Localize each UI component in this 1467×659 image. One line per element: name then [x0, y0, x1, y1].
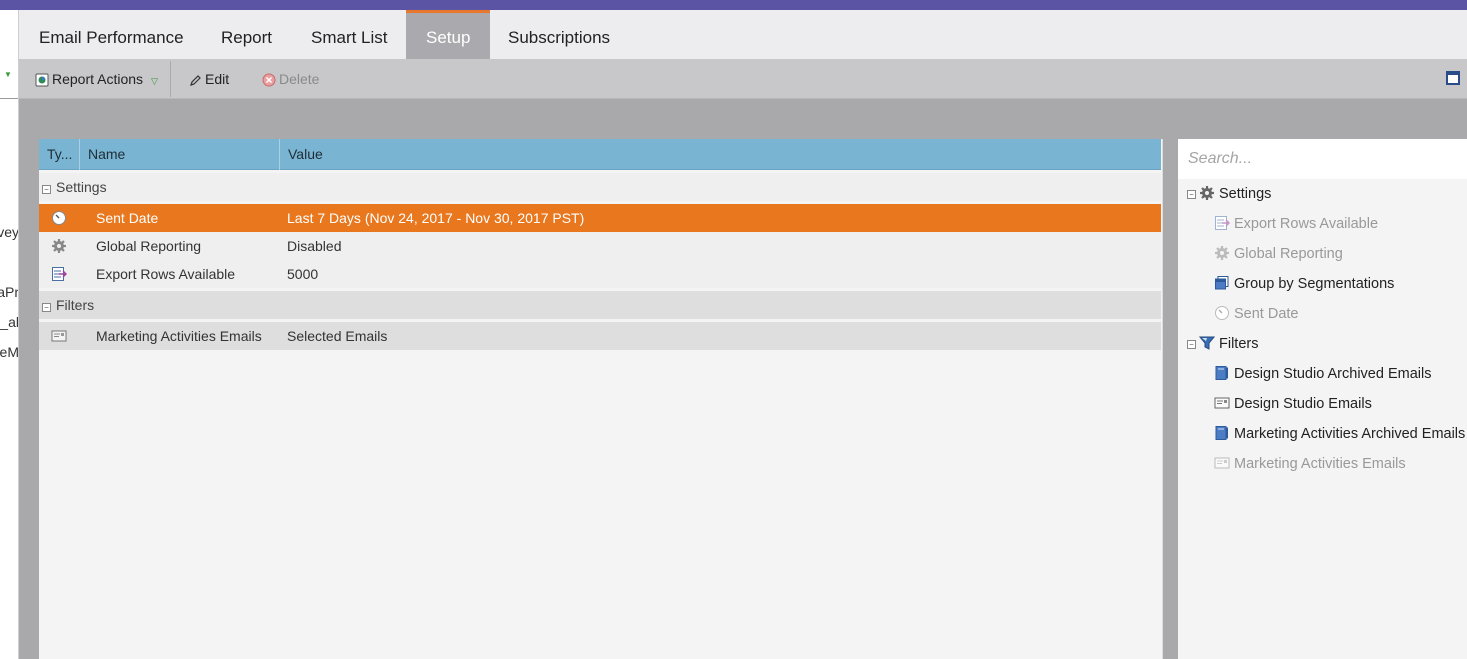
report-actions-icon [35, 73, 49, 87]
tab-setup[interactable]: Setup [406, 10, 491, 59]
tab-subscriptions[interactable]: Subscriptions [488, 10, 630, 59]
tree-fragment[interactable]: aPr [0, 284, 18, 300]
column-header-type[interactable]: Ty... [39, 139, 80, 170]
tree-item-label: Sent Date [1234, 306, 1299, 322]
collapse-icon[interactable]: − [1187, 340, 1196, 349]
table-row[interactable]: Marketing Activities Emails Selected Ema… [39, 322, 1161, 350]
tree-item-sent-date[interactable]: Sent Date [1214, 299, 1299, 329]
tree-group-filters[interactable]: − Filters [1187, 329, 1258, 359]
edit-button[interactable]: Edit [189, 59, 229, 99]
tree-item-global-reporting[interactable]: Global Reporting [1214, 239, 1343, 269]
tree-item-export-rows[interactable]: Export Rows Available [1214, 209, 1378, 239]
tab-bar: Email Performance Report Smart List Setu… [19, 10, 1467, 59]
tree-item-label: Global Reporting [1234, 246, 1343, 262]
strip-divider [0, 98, 18, 99]
column-header-value[interactable]: Value [280, 139, 1161, 170]
row-name: Export Rows Available [96, 266, 236, 282]
tab-email-performance[interactable]: Email Performance [19, 10, 204, 59]
tree-group-settings[interactable]: − Settings [1187, 179, 1271, 209]
tree-group-label: Filters [1219, 336, 1259, 352]
left-tree-strip: ▼ vey aPr al_ eM [0, 10, 19, 659]
tree-fragment[interactable]: vey [0, 224, 18, 240]
row-name: Sent Date [96, 210, 159, 226]
tree-item-marketing-activities-emails[interactable]: Marketing Activities Emails [1214, 449, 1406, 479]
filter-palette: − Settings Export Rows Available Global … [1178, 139, 1467, 659]
gear-icon [52, 239, 66, 253]
setup-grid: Ty... Name Value − Settings Sent Date Las… [39, 139, 1163, 659]
top-brand-bar [0, 0, 1467, 10]
tree-item-label: Design Studio Emails [1234, 396, 1372, 412]
tree-item-label: Marketing Activities Archived Emails [1234, 426, 1466, 442]
collapse-icon[interactable]: − [42, 303, 51, 312]
report-actions-label: Report Actions [52, 71, 144, 87]
grid-header: Ty... Name Value [39, 139, 1161, 170]
pencil-icon [190, 74, 201, 86]
row-value: 5000 [287, 266, 319, 282]
tree-fragment[interactable]: eM [0, 344, 18, 360]
group-label: Settings [56, 179, 107, 195]
report-actions-button[interactable]: Report Actions ▽ [35, 59, 158, 99]
gear-icon [1200, 186, 1214, 200]
collapse-icon[interactable]: − [42, 185, 51, 194]
table-row[interactable]: Export Rows Available 5000 [39, 260, 1161, 288]
delete-icon [262, 73, 276, 87]
group-row-filters[interactable]: − Filters [39, 291, 1161, 319]
grid-empty-area [39, 350, 1161, 659]
tree-item-label: Marketing Activities Emails [1234, 456, 1406, 472]
delete-label: Delete [279, 71, 320, 87]
tree-fragment[interactable]: al_ [0, 314, 18, 330]
row-name: Marketing Activities Emails [96, 328, 262, 344]
tree-item-label: Group by Segmentations [1234, 276, 1395, 292]
email-icon [1214, 457, 1230, 469]
tab-report[interactable]: Report [201, 10, 292, 59]
search-input[interactable] [1178, 139, 1467, 179]
row-name: Global Reporting [96, 238, 202, 254]
edit-label: Edit [205, 71, 230, 87]
archive-icon [1215, 366, 1228, 380]
table-row[interactable]: Sent Date Last 7 Days (Nov 24, 2017 - No… [39, 204, 1161, 232]
row-value: Last 7 Days (Nov 24, 2017 - Nov 30, 2017… [287, 210, 585, 226]
archive-icon [1215, 426, 1228, 440]
export-rows-icon [1215, 216, 1230, 230]
tab-smart-list[interactable]: Smart List [291, 10, 408, 59]
tree-item-label: Export Rows Available [1234, 216, 1379, 232]
toolbar-divider [170, 61, 171, 97]
row-value: Disabled [287, 238, 342, 254]
funnel-icon [1199, 336, 1215, 350]
group-row-settings[interactable]: − Settings [39, 173, 1161, 201]
tree-item-design-studio-archived-emails[interactable]: Design Studio Archived Emails [1214, 359, 1431, 389]
tree-item-marketing-activities-archived-emails[interactable]: Marketing Activities Archived Emails [1214, 419, 1465, 449]
expand-arrow-icon[interactable]: ▼ [4, 70, 12, 79]
table-row[interactable]: Global Reporting Disabled [39, 232, 1161, 260]
export-rows-icon [52, 267, 67, 281]
collapse-icon[interactable]: − [1187, 190, 1196, 199]
row-value: Selected Emails [287, 328, 388, 344]
clock-icon [1215, 306, 1229, 320]
gear-icon [1215, 246, 1229, 260]
email-icon [1214, 397, 1230, 409]
toolbar: Report Actions ▽ Edit Delete [19, 59, 1467, 99]
dropdown-arrow-icon: ▽ [150, 76, 158, 86]
maximize-panel-icon[interactable] [1446, 71, 1460, 85]
delete-button[interactable]: Delete [262, 59, 319, 99]
column-header-name[interactable]: Name [80, 139, 280, 170]
tree-item-group-by-segmentations[interactable]: Group by Segmentations [1214, 269, 1394, 299]
tree-group-label: Settings [1219, 186, 1272, 202]
group-label: Filters [56, 297, 95, 313]
tree-item-design-studio-emails[interactable]: Design Studio Emails [1214, 389, 1372, 419]
clock-icon [52, 211, 66, 225]
tree-item-label: Design Studio Archived Emails [1234, 366, 1432, 382]
segmentation-icon [1215, 276, 1229, 290]
email-icon [51, 330, 67, 342]
